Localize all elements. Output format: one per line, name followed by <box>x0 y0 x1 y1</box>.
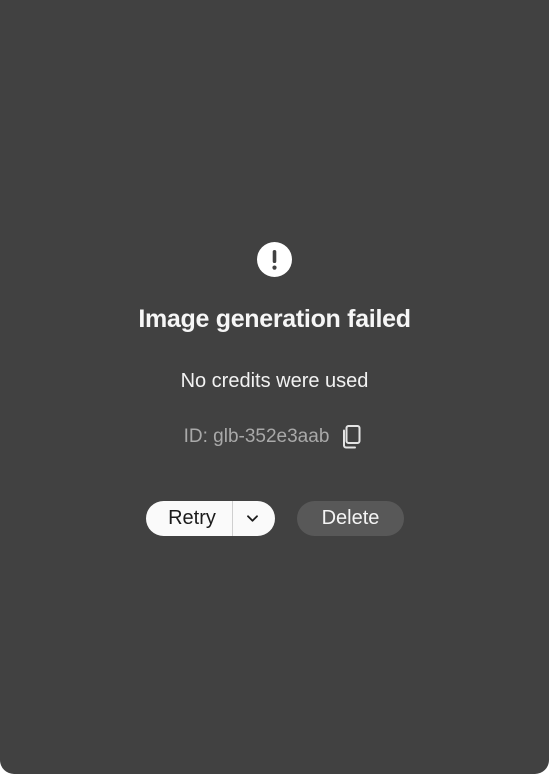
generation-id-row: ID: glb-352e3aab <box>0 424 549 450</box>
error-subtitle: No credits were used <box>180 370 369 392</box>
retry-split-button: Retry <box>146 501 275 536</box>
chevron-down-icon <box>246 515 258 522</box>
copy-icon[interactable] <box>339 424 365 450</box>
retry-button[interactable]: Retry <box>146 501 232 536</box>
retry-options-button[interactable] <box>233 501 275 536</box>
delete-button[interactable]: Delete <box>297 501 404 536</box>
exclamation-circle-icon <box>257 242 292 277</box>
error-card: Image generation failed No credits were … <box>0 0 549 774</box>
error-content: Image generation failed No credits were … <box>0 0 549 774</box>
error-title: Image generation failed <box>138 305 411 333</box>
generation-id: ID: glb-352e3aab <box>183 426 330 447</box>
